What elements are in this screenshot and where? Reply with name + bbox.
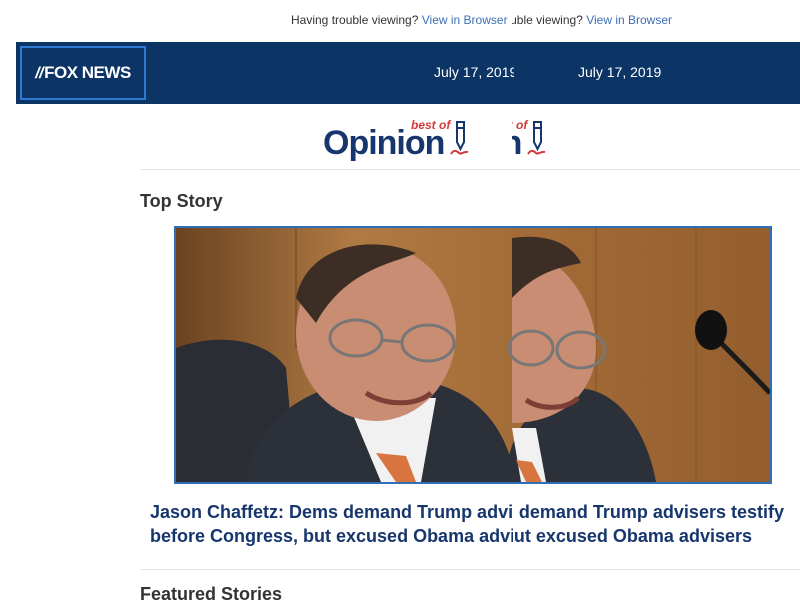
headline-line-2[interactable]: before Congress, but excused Obama advis… xyxy=(150,524,513,546)
headline-line-1[interactable]: Jason Chaffetz: Dems demand Trump advise… xyxy=(150,500,513,524)
featured-stories-heading: Featured Stories xyxy=(140,584,283,604)
pen-icon xyxy=(448,118,474,163)
trouble-text: Having trouble viewing? xyxy=(512,13,583,27)
fox-news-logo: //FOX NEWS xyxy=(35,63,131,82)
top-story-headline-duplicate[interactable]: Jason Chaffetz: Dems demand Trump advise… xyxy=(513,500,800,546)
best-of-opinion-banner: Opinion best of xyxy=(323,118,512,164)
best-of-opinion-banner-duplicate: Opinion best of xyxy=(512,118,632,164)
view-in-browser-link[interactable]: View in Browser xyxy=(586,13,672,27)
top-story-heading: Top Story xyxy=(140,191,223,211)
best-of-label: best of xyxy=(411,118,451,132)
header-date: July 17, 2019 xyxy=(434,64,514,80)
fox-news-logo-link[interactable]: //FOX NEWS xyxy=(20,46,146,100)
trouble-text: Having trouble viewing? xyxy=(291,13,419,27)
divider xyxy=(140,169,800,170)
top-story-image[interactable] xyxy=(174,226,772,484)
logo-text: FOX NEWS xyxy=(44,63,131,82)
trouble-viewing-notice-duplicate: Having trouble viewing? View in Browser xyxy=(512,13,672,29)
header-date-duplicate: July 17, 2019 xyxy=(578,64,662,80)
headline-line-2[interactable]: before Congress, but excused Obama advis… xyxy=(513,524,752,546)
view-in-browser-link[interactable]: View in Browser xyxy=(422,13,508,27)
divider xyxy=(140,569,800,570)
headline-line-1[interactable]: Jason Chaffetz: Dems demand Trump advise… xyxy=(513,500,784,524)
header-bar: //FOX NEWS July 17, 2019 July 17, 2019 xyxy=(16,42,800,104)
top-story-headline[interactable]: Jason Chaffetz: Dems demand Trump advise… xyxy=(150,500,513,546)
trouble-viewing-notice: Having trouble viewing? View in Browser xyxy=(291,13,511,29)
pen-icon xyxy=(525,118,551,163)
